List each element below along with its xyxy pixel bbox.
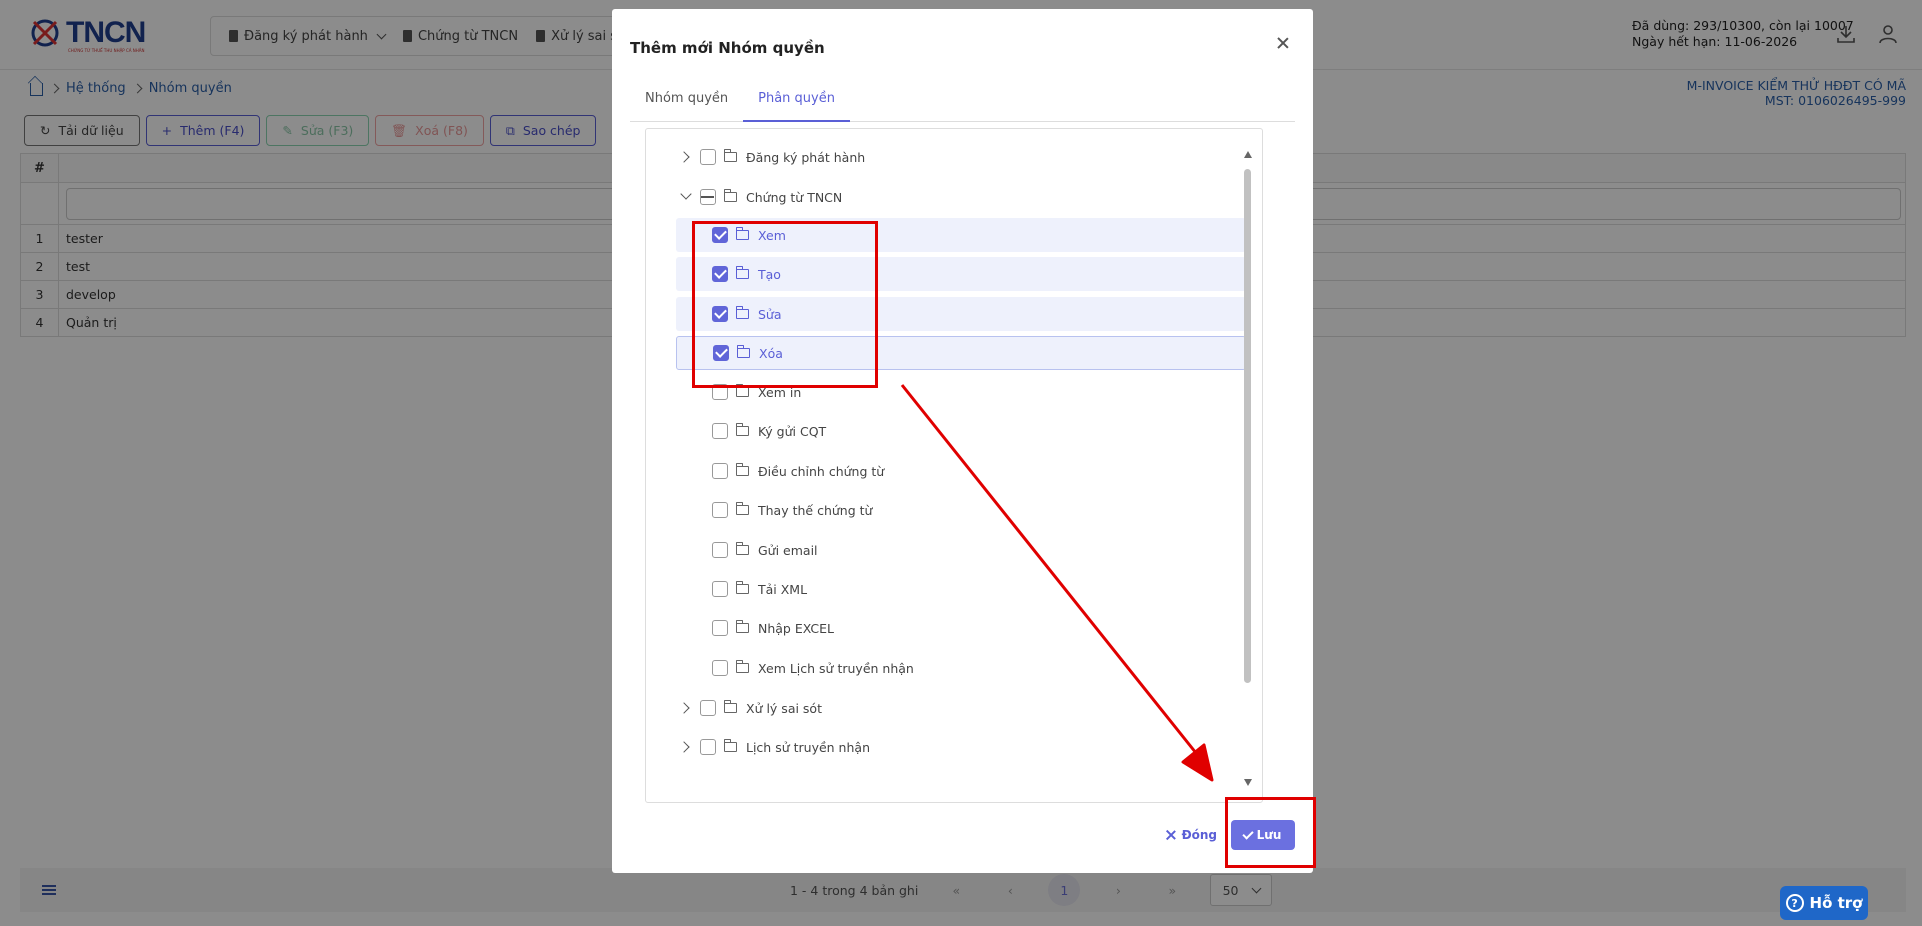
annotation-arrow xyxy=(900,384,1214,782)
